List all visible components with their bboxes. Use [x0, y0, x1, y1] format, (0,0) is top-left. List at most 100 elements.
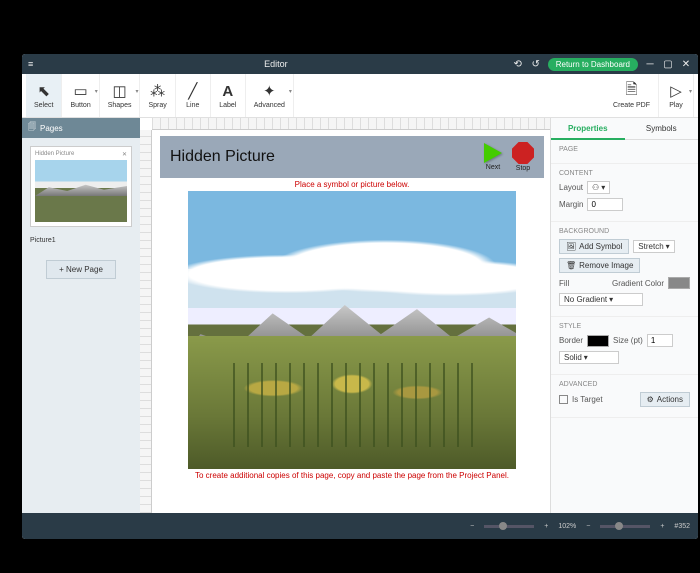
minimize-icon[interactable]: ─	[644, 58, 656, 70]
pages-header-label: Pages	[40, 124, 63, 133]
next-label: Next	[486, 164, 500, 171]
zoom-slider-2[interactable]	[600, 525, 650, 528]
new-page-button[interactable]: + New Page	[46, 260, 116, 279]
close-icon[interactable]: ✕	[680, 58, 692, 70]
border-label: Border	[559, 336, 583, 345]
button-icon: ▭	[72, 82, 90, 100]
ruler-horizontal	[152, 118, 550, 130]
margin-input[interactable]	[587, 198, 623, 211]
canvas-area[interactable]: Hidden Picture Next Stop Place a symbol …	[140, 118, 550, 513]
text-icon: A	[219, 82, 237, 100]
section-advanced: ADVANCED Is Target ⚙Actions	[551, 375, 698, 418]
refresh-icon[interactable]: ⟲	[512, 58, 524, 70]
thumb-close-icon[interactable]: ✕	[122, 151, 127, 158]
zoom-minus-icon[interactable]: −	[586, 523, 590, 530]
section-title: STYLE	[559, 323, 690, 330]
tool-create-pdf[interactable]: 🗎 Create PDF	[605, 74, 659, 117]
maximize-icon[interactable]: ▢	[662, 58, 674, 70]
window-title: Editor	[40, 59, 512, 69]
tool-label: Create PDF	[613, 102, 650, 109]
page-title: Hidden Picture	[170, 148, 275, 166]
chevron-down-icon: ▾	[289, 88, 292, 95]
spray-icon: ⁂	[149, 82, 167, 100]
tool-play[interactable]: ▷ Play ▾	[659, 74, 694, 117]
gradient-select[interactable]: No Gradient ▾	[559, 293, 643, 306]
section-page: PAGE	[551, 140, 698, 164]
arrow-right-icon	[484, 143, 502, 163]
tool-label[interactable]: A Label	[211, 74, 246, 117]
play-icon: ▷	[667, 82, 685, 100]
zoom-value-1: 102%	[558, 523, 576, 530]
stretch-select[interactable]: Stretch ▾	[633, 240, 674, 253]
tool-label: Shapes	[108, 102, 132, 109]
instruction-bottom: To create additional copies of this page…	[160, 469, 544, 482]
line-style-select[interactable]: Solid ▾	[559, 351, 619, 364]
tool-select[interactable]: ⬉ Select	[26, 74, 62, 117]
trash-icon: 🗑	[566, 261, 576, 270]
return-dashboard-button[interactable]: Return to Dashboard	[548, 58, 638, 71]
pdf-icon: 🗎	[623, 82, 641, 100]
zoom-value-2: #352	[674, 523, 690, 530]
tool-shapes[interactable]: ◫ Shapes ▾	[100, 74, 141, 117]
image-icon: 🖼	[566, 242, 576, 251]
margin-label: Margin	[559, 200, 583, 209]
page-thumbnail[interactable]: Hidden Picture ✕	[30, 146, 132, 227]
tool-label: Play	[669, 102, 683, 109]
next-button[interactable]: Next	[484, 143, 502, 171]
body: 🗐 Pages Hidden Picture ✕ Picture1 + New …	[22, 118, 698, 513]
gradient-color-swatch[interactable]	[668, 277, 690, 289]
remove-image-button[interactable]: 🗑Remove Image	[559, 258, 640, 273]
titlebar: ≡ Editor ⟲ ↺ Return to Dashboard ─ ▢ ✕	[22, 54, 698, 74]
tool-label: Spray	[148, 102, 166, 109]
tab-properties[interactable]: Properties	[551, 118, 625, 140]
properties-tabs: Properties Symbols	[551, 118, 698, 140]
size-input[interactable]	[647, 334, 673, 347]
thumb-title: Hidden Picture	[35, 151, 74, 158]
gradient-color-label: Gradient Color	[612, 279, 664, 288]
titlebar-right: ⟲ ↺ Return to Dashboard ─ ▢ ✕	[512, 58, 692, 71]
tools-icon: ✦	[260, 82, 278, 100]
section-title: BACKGROUND	[559, 228, 690, 235]
tool-advanced[interactable]: ✦ Advanced ▾	[246, 74, 294, 117]
cursor-icon: ⬉	[35, 82, 53, 100]
tool-label: Advanced	[254, 102, 285, 109]
layout-select[interactable]: ⚇ ▾	[587, 181, 610, 194]
tool-label: Label	[219, 102, 236, 109]
shapes-icon: ◫	[111, 82, 129, 100]
line-icon: ╱	[184, 82, 202, 100]
stop-button[interactable]: Stop	[512, 142, 534, 172]
person-icon: ⚇	[592, 183, 599, 192]
stop-label: Stop	[516, 165, 530, 172]
size-label: Size (pt)	[613, 336, 643, 345]
section-style: STYLE Border Size (pt) Solid ▾	[551, 317, 698, 375]
tool-label: Button	[70, 102, 90, 109]
zoom-slider-1[interactable]	[484, 525, 534, 528]
add-symbol-button[interactable]: 🖼Add Symbol	[559, 239, 629, 254]
tool-spray[interactable]: ⁂ Spray	[140, 74, 175, 117]
properties-panel: Properties Symbols PAGE CONTENT Layout ⚇…	[550, 118, 698, 513]
new-page-label: New Page	[66, 265, 103, 274]
fill-label: Fill	[559, 279, 569, 288]
page-canvas[interactable]: Hidden Picture Next Stop Place a symbol …	[160, 136, 544, 509]
pages-panel: 🗐 Pages Hidden Picture ✕ Picture1 + New …	[22, 118, 140, 513]
ruler-vertical	[140, 130, 152, 513]
tool-label: Select	[34, 102, 53, 109]
tool-line[interactable]: ╱ Line	[176, 74, 211, 117]
undo-icon[interactable]: ↺	[530, 58, 542, 70]
tab-symbols[interactable]: Symbols	[625, 118, 699, 140]
zoom-plus-icon[interactable]: +	[544, 523, 548, 530]
stop-icon	[512, 142, 534, 164]
is-target-checkbox[interactable]	[559, 395, 568, 404]
section-content: CONTENT Layout ⚇ ▾ Margin	[551, 164, 698, 222]
hamburger-icon[interactable]: ≡	[28, 59, 40, 69]
actions-button[interactable]: ⚙Actions	[640, 392, 690, 407]
tool-button[interactable]: ▭ Button ▾	[62, 74, 99, 117]
zoom-plus-icon[interactable]: +	[660, 523, 664, 530]
main-image[interactable]	[188, 191, 516, 469]
zoom-minus-icon[interactable]: −	[470, 523, 474, 530]
section-title: CONTENT	[559, 170, 690, 177]
chevron-down-icon: ▾	[135, 88, 138, 95]
chevron-down-icon: ▾	[95, 88, 98, 95]
tool-label: Line	[186, 102, 199, 109]
border-color-swatch[interactable]	[587, 335, 609, 347]
